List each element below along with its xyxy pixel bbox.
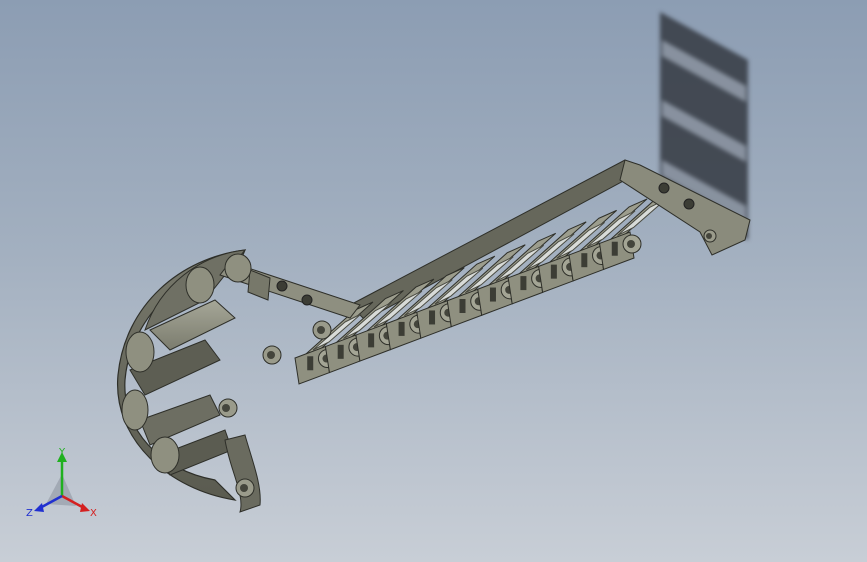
- plate-slot: [398, 321, 405, 336]
- x-arrow-head: [80, 503, 90, 512]
- plate-slot: [611, 241, 618, 256]
- plate-slot: [459, 299, 466, 313]
- plate-slot: [368, 333, 375, 348]
- y-axis-label: Y: [58, 447, 66, 458]
- z-axis-label: Z: [26, 508, 33, 519]
- graphics-viewport[interactable]: Y X Z: [0, 0, 867, 562]
- plate-slot: [581, 253, 588, 268]
- plate-slot: [429, 310, 436, 325]
- pin-hole: [627, 240, 635, 248]
- plate-slot: [520, 276, 527, 291]
- x-axis-label: X: [90, 508, 97, 519]
- coordinate-triad: Y X Z: [26, 447, 97, 519]
- plate-slot: [489, 287, 496, 302]
- plate-slot: [307, 356, 314, 371]
- z-arrow-head: [34, 503, 44, 512]
- plate-slot: [550, 264, 557, 279]
- drag-chain-model[interactable]: [0, 0, 867, 562]
- plate-slot: [337, 344, 344, 359]
